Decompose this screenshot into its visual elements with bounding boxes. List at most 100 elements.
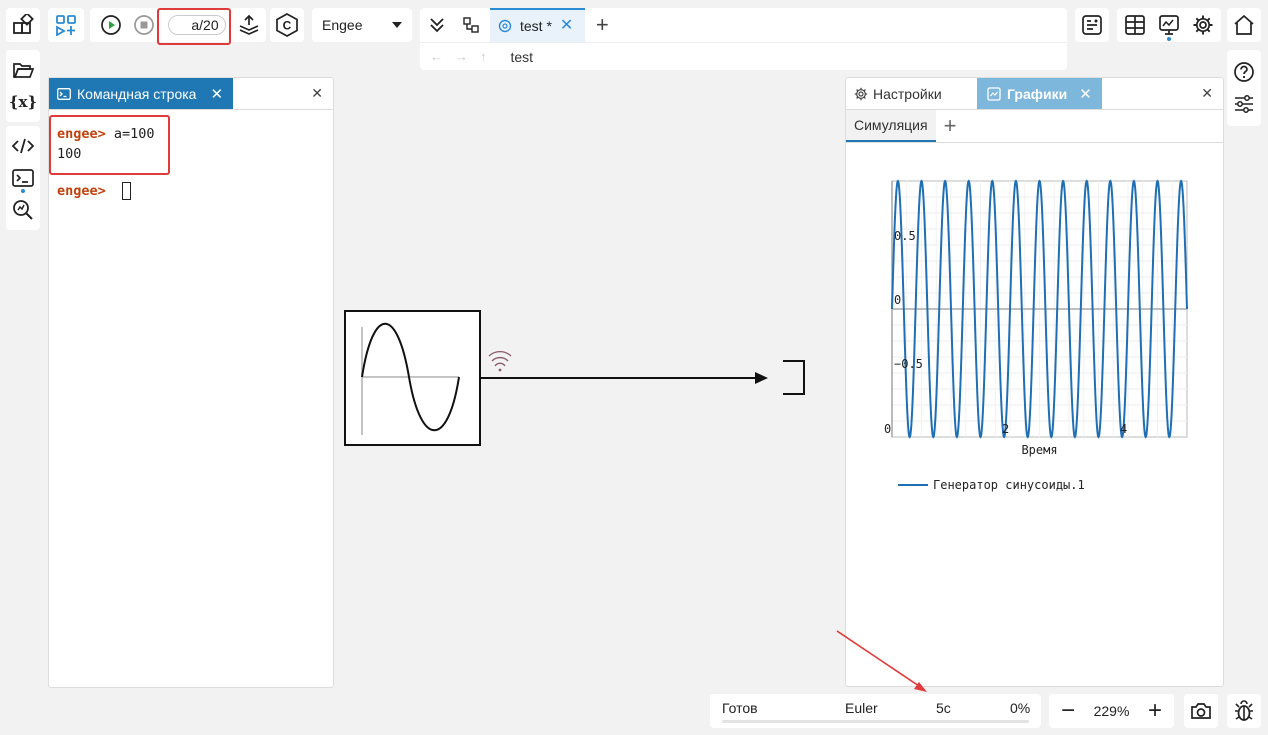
breadcrumb-bar: ← → ↑ test	[420, 42, 1067, 70]
tab-plots-label: Графики	[1007, 85, 1068, 102]
hierarchy-icon	[463, 17, 479, 33]
terminal-button[interactable]	[6, 162, 40, 194]
run-button[interactable]	[94, 9, 127, 41]
chevron-down-icon	[392, 22, 402, 28]
terminator-block[interactable]	[783, 360, 805, 395]
blocks-icon	[13, 14, 34, 34]
close-tab-icon[interactable]: ✕	[1079, 85, 1092, 103]
y-tick-label: −0.5	[894, 357, 923, 371]
properties-button[interactable]	[1227, 88, 1261, 120]
new-model-button[interactable]	[48, 8, 84, 42]
gear-icon	[854, 87, 868, 100]
model-icon	[498, 19, 512, 33]
signal-line[interactable]	[480, 372, 768, 384]
tab-settings[interactable]: Настройки	[846, 78, 977, 109]
magnify-chart-icon	[13, 200, 33, 220]
help-button[interactable]	[1227, 56, 1261, 88]
x-tick-label: 4	[1120, 422, 1127, 436]
status-state: Готов	[722, 700, 758, 716]
variables-icon: {x}	[8, 93, 38, 111]
data-inspector-button[interactable]	[1118, 9, 1152, 41]
table-icon	[1125, 15, 1145, 35]
plots-panel: Настройки Графики ✕ ✕ Симуляция + 0.5 0 −0…	[845, 77, 1224, 687]
close-panel-icon[interactable]: ✕	[311, 85, 323, 102]
sim-time-highlight	[157, 8, 231, 45]
x-tick-label: 2	[1002, 422, 1009, 436]
active-indicator	[21, 189, 25, 193]
folder-open-icon	[13, 63, 34, 78]
x-axis-label: Время	[1021, 443, 1057, 457]
close-panel-icon[interactable]: ✕	[1201, 85, 1213, 102]
graphs-button[interactable]	[1152, 9, 1186, 41]
zoom-level: 229%	[1093, 703, 1130, 719]
zoom-out-button[interactable]: −	[1057, 699, 1079, 723]
plus-icon: +	[943, 113, 957, 138]
plus-icon: +	[595, 12, 609, 37]
hierarchy-button[interactable]	[454, 9, 488, 41]
back-arrow-icon[interactable]: ←	[430, 49, 443, 64]
terminal-icon	[57, 87, 71, 100]
zoom-in-button[interactable]: +	[1144, 699, 1166, 723]
tab-title: test *	[520, 18, 552, 34]
file-browser-button[interactable]	[6, 54, 40, 86]
help-icon	[1234, 62, 1254, 82]
screenshot-button[interactable]	[1184, 694, 1218, 728]
close-tab-icon[interactable]: ✕	[210, 85, 223, 103]
plot-area[interactable]: 0.5 0 −0.5 0 2 4 Время Генератор синусоиды.1	[846, 143, 1223, 503]
tab-simulation-label: Симуляция	[854, 117, 928, 133]
sliders-icon	[1235, 95, 1253, 113]
stop-icon	[133, 15, 154, 35]
codegen-button[interactable]: C	[270, 8, 304, 42]
sine-wave-block[interactable]	[344, 310, 481, 446]
close-tab-icon[interactable]: ✕	[560, 18, 573, 34]
tab-test[interactable]: test * ✕	[490, 8, 586, 42]
home-button[interactable]	[1227, 8, 1261, 42]
monitor-chart-icon	[1159, 15, 1179, 35]
svg-text:C: C	[283, 19, 292, 33]
console-prompt-active: engee>	[57, 183, 106, 199]
tab-simulation[interactable]: Симуляция	[846, 110, 936, 142]
debug-inspector-button[interactable]	[6, 194, 40, 226]
bug-icon	[1235, 700, 1253, 721]
annotation-arrow	[836, 630, 927, 692]
solver-select[interactable]: Engee	[312, 8, 412, 42]
variables-button[interactable]: {x}	[6, 86, 40, 118]
debug-button[interactable]	[1227, 694, 1261, 728]
forward-arrow-icon[interactable]: →	[455, 49, 468, 64]
legend-label: Генератор синусоиды.1	[933, 478, 1085, 492]
breadcrumb[interactable]: test	[511, 49, 534, 65]
add-tab-button[interactable]: +	[585, 9, 619, 41]
chart-icon	[987, 86, 1001, 101]
tab-console[interactable]: Командная строка ✕	[49, 78, 234, 109]
up-arrow-icon[interactable]: ↑	[480, 49, 487, 64]
y-tick-label: 0.5	[894, 229, 916, 243]
play-icon	[100, 15, 121, 35]
blocks-library-button[interactable]	[6, 8, 40, 42]
active-indicator	[1167, 37, 1171, 41]
tab-plots[interactable]: Графики ✕	[977, 78, 1102, 109]
console-cursor[interactable]	[121, 182, 131, 200]
y-tick-label: 0	[894, 293, 901, 307]
hexagon-c-icon: C	[276, 13, 298, 37]
collapse-button[interactable]	[420, 9, 454, 41]
add-tab-button[interactable]: +	[936, 110, 965, 142]
logic-analyzer-button[interactable]	[1075, 8, 1109, 42]
progress-bar	[722, 720, 1029, 723]
stop-button[interactable]	[127, 9, 160, 41]
wifi-signal-icon	[488, 350, 512, 372]
gear-icon	[1193, 15, 1213, 35]
code-icon	[12, 138, 34, 154]
board-icon	[1082, 15, 1102, 35]
solver-select-value: Engee	[322, 17, 363, 33]
deploy-button[interactable]	[233, 9, 266, 41]
console-highlight	[49, 115, 170, 175]
settings-button[interactable]	[1186, 9, 1220, 41]
apps-add-icon	[56, 15, 76, 36]
code-editor-button[interactable]	[6, 130, 40, 162]
tab-console-label: Командная строка	[77, 85, 197, 102]
camera-icon	[1191, 703, 1211, 719]
tab-settings-label: Настройки	[873, 85, 942, 102]
model-canvas	[344, 310, 805, 446]
x-tick-label: 0	[884, 422, 891, 436]
double-chevron-down-icon	[430, 18, 444, 33]
